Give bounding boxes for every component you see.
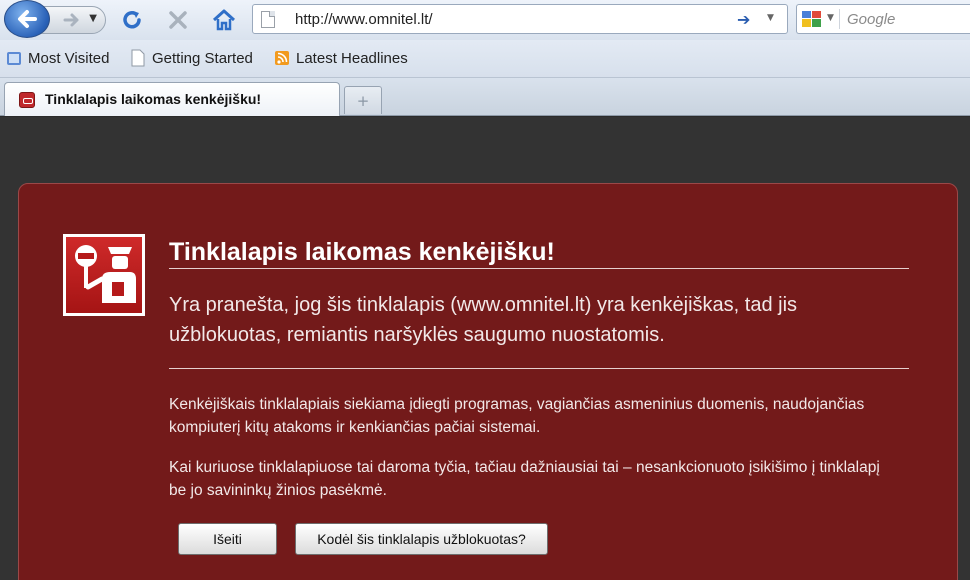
search-separator — [839, 9, 840, 29]
why-blocked-button[interactable]: Kodėl šis tinklalapis užblokuotas? — [295, 523, 548, 555]
bookmark-label: Getting Started — [152, 49, 253, 67]
bookmark-most-visited[interactable]: Most Visited — [6, 49, 109, 67]
title-divider — [169, 268, 909, 269]
bookmark-label: Most Visited — [28, 49, 110, 67]
url-dropdown-icon[interactable]: ▼ — [767, 13, 774, 23]
malware-warning-panel: Tinklalapis laikomas kenkėjišku! Yra pra… — [18, 183, 958, 580]
warning-title: Tinklalapis laikomas kenkėjišku! — [169, 238, 555, 266]
bookmark-latest-headlines[interactable]: Latest Headlines — [274, 49, 408, 67]
blocked-site-favicon — [19, 92, 35, 108]
history-dropdown-icon[interactable]: ▼ — [89, 13, 97, 24]
bookmark-folder-icon — [7, 52, 21, 65]
warning-paragraph-2: Kai kuriuose tinklalapiuose tai daroma t… — [169, 459, 880, 499]
lead-divider — [169, 368, 909, 369]
bookmark-getting-started[interactable]: Getting Started — [130, 49, 253, 67]
page-icon — [261, 11, 275, 28]
security-guard-icon — [63, 234, 145, 316]
plus-icon: + — [356, 91, 370, 110]
page-content: Tinklalapis laikomas kenkėjišku! Yra pra… — [0, 117, 970, 580]
exit-button[interactable]: Išeiti — [178, 523, 277, 555]
bookmark-label: Latest Headlines — [296, 49, 408, 67]
reload-icon — [123, 11, 141, 29]
search-input[interactable]: Google — [847, 11, 895, 28]
rss-icon — [275, 51, 289, 65]
new-tab-button[interactable]: + — [344, 86, 382, 114]
stop-button[interactable] — [164, 6, 192, 34]
tab-blocked-site[interactable]: Tinklalapis laikomas kenkėjišku! — [4, 82, 340, 116]
address-bar[interactable]: http://www.omnitel.lt/ ➔ ▼ — [252, 4, 788, 34]
tab-title: Tinklalapis laikomas kenkėjišku! — [45, 91, 262, 107]
back-arrow-icon — [18, 10, 37, 28]
warning-paragraph-1: Kenkėjiškais tinklalapiais siekiama įdie… — [169, 396, 865, 436]
guard-stop-icon — [75, 245, 136, 303]
go-arrow-icon[interactable]: ➔ — [737, 10, 750, 29]
warning-lead-text: Yra pranešta, jog šis tinklalapis (www.o… — [169, 294, 798, 346]
tab-strip: Tinklalapis laikomas kenkėjišku! + — [0, 78, 970, 116]
page-icon — [131, 49, 145, 67]
home-icon — [212, 9, 236, 31]
bookmarks-toolbar: Most Visited Getting Started Latest Head… — [0, 40, 970, 78]
reload-button[interactable] — [118, 6, 146, 34]
home-button[interactable] — [210, 6, 238, 34]
forward-arrow-icon — [63, 13, 79, 27]
search-bar[interactable]: ▼ Google — [796, 4, 970, 34]
search-engine-dropdown-icon[interactable]: ▼ — [827, 13, 834, 23]
back-button[interactable] — [4, 0, 50, 38]
url-text[interactable]: http://www.omnitel.lt/ — [295, 11, 433, 28]
google-engine-icon[interactable] — [801, 10, 823, 28]
stop-icon — [169, 11, 187, 29]
navigation-toolbar: ▼ http://www.omnitel.lt/ ➔ ▼ ▼ Google — [0, 0, 970, 40]
